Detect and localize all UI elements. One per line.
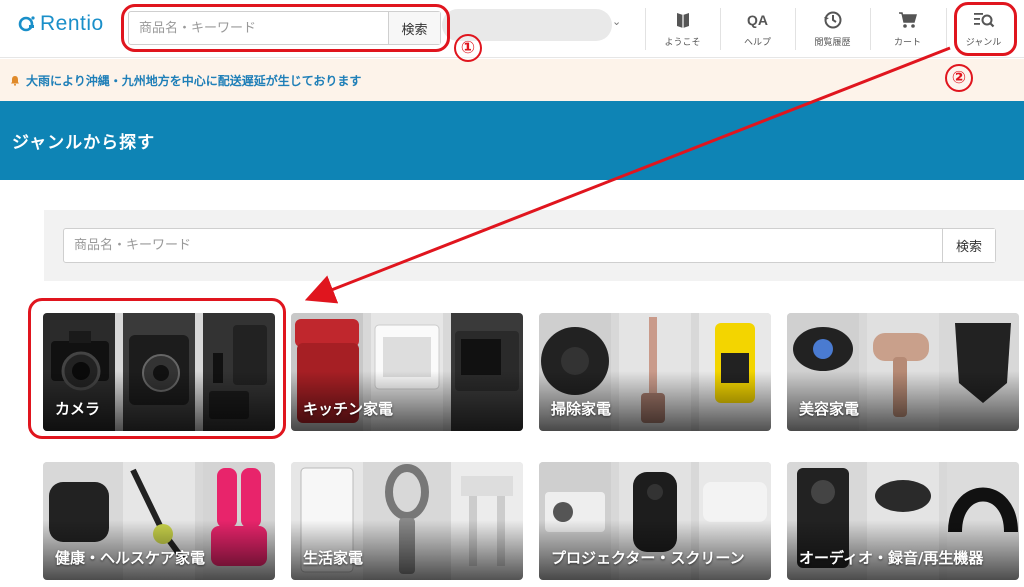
annotation-arrow [304, 46, 951, 304]
